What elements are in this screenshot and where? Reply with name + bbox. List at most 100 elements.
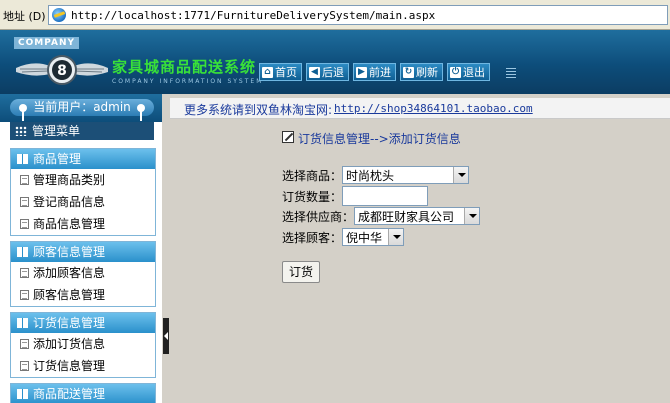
page-icon [20, 361, 29, 371]
home-label: 首页 [275, 66, 297, 79]
order-submit-button[interactable]: 订货 [282, 261, 320, 283]
group-title: 商品管理 [33, 152, 82, 166]
sidebar-item-label: 添加订货信息 [33, 337, 106, 351]
back-arrow-icon: ◀ [309, 66, 320, 78]
sidebar-item-customer-info[interactable]: 顾客信息管理 [11, 284, 155, 306]
back-button[interactable]: ◀ 后退 [306, 63, 349, 81]
address-label: 地址 (D) [3, 10, 46, 23]
bentley-logo-icon: 8 [16, 55, 108, 85]
group-head-products[interactable]: 商品管理 [11, 149, 155, 169]
sidebar-item-label: 商品信息管理 [33, 217, 106, 231]
forward-arrow-icon: ▶ [356, 66, 367, 78]
notice-bar: 更多系统请到双鱼林淘宝网: http://shop34864101.taobao… [170, 98, 670, 119]
customer-row: 选择顾客： 倪中华 [282, 228, 405, 246]
sidebar-item-add-order[interactable]: 添加订货信息 [11, 333, 155, 355]
book-icon [17, 154, 28, 164]
collapse-sidebar-handle[interactable] [163, 318, 169, 354]
page-icon [20, 175, 29, 185]
logout-button[interactable]: ⏻ 退出 [447, 63, 490, 81]
sidebar-item-order-info[interactable]: 订货信息管理 [11, 355, 155, 377]
customer-select[interactable]: 倪中华 [342, 228, 405, 246]
forward-button[interactable]: ▶ 前进 [353, 63, 396, 81]
supplier-row: 选择供应商： 成都旺财家具公司 [282, 207, 481, 225]
top-nav: ⌂ 首页 ◀ 后退 ▶ 前进 ↻ 刷新 ⏻ 退出 [259, 63, 490, 81]
grid-icon [15, 126, 27, 136]
sidebar-item-label: 顾客信息管理 [33, 288, 106, 302]
breadcrumb: 订货信息管理-->添加订货信息 [282, 130, 461, 147]
pin-icon [19, 104, 27, 122]
sidebar-item-product-info[interactable]: 商品信息管理 [11, 213, 155, 235]
refresh-label: 刷新 [416, 66, 438, 79]
product-label: 选择商品： [282, 168, 343, 183]
sidebar-item-manage-categories[interactable]: 管理商品类别 [11, 169, 155, 191]
group-title: 订货信息管理 [33, 316, 106, 330]
system-subtitle: COMPANY INFORMATION SYSTEM [112, 78, 264, 85]
page-icon [20, 290, 29, 300]
page-icon [20, 197, 29, 207]
pin-icon [137, 104, 145, 122]
refresh-icon: ↻ [403, 66, 414, 78]
quantity-input[interactable] [342, 186, 429, 206]
quantity-row: 订货数量： [282, 186, 429, 206]
current-user: 当前用户：admin [10, 99, 154, 116]
supplier-label: 选择供应商： [282, 209, 355, 224]
sidebar-item-add-customer[interactable]: 添加顾客信息 [11, 262, 155, 284]
edit-icon [282, 131, 294, 143]
user-bar: 当前用户：admin [0, 94, 162, 122]
group-customers: 顾客信息管理 添加顾客信息 顾客信息管理 [10, 241, 156, 307]
company-tag: COMPANY [14, 37, 79, 49]
page-icon [20, 268, 29, 278]
book-icon [17, 247, 28, 257]
sidebar-item-label: 添加顾客信息 [33, 266, 106, 280]
group-title: 商品配送管理 [33, 387, 106, 401]
menu-title-text: 管理菜单 [32, 124, 81, 138]
breadcrumb-text: 订货信息管理-->添加订货信息 [298, 132, 461, 146]
page-icon [20, 219, 29, 229]
product-select[interactable]: 时尚枕头 [342, 166, 470, 184]
sidebar-item-register-product[interactable]: 登记商品信息 [11, 191, 155, 213]
sidebar-item-label: 订货信息管理 [33, 359, 106, 373]
supplier-select[interactable]: 成都旺财家具公司 [354, 207, 481, 225]
power-icon: ⏻ [450, 66, 461, 78]
customer-value: 倪中华 [346, 230, 383, 245]
sidebar-splitter [162, 94, 170, 403]
address-bar: 地址 (D) http://localhost:1771/FurnitureDe… [0, 0, 670, 30]
menu-title: 管理菜单 [10, 122, 154, 140]
product-row: 选择商品： 时尚枕头 [282, 166, 470, 184]
sidebar-item-label: 管理商品类别 [33, 173, 106, 187]
app-header: COMPANY 8 家具城商品配送系统 COMPANY INFORMATION … [0, 30, 670, 94]
page-icon [20, 339, 29, 349]
group-delivery: 商品配送管理 [10, 383, 156, 403]
url-input[interactable]: http://localhost:1771/FurnitureDeliveryS… [48, 5, 668, 25]
group-title: 顾客信息管理 [33, 245, 106, 259]
home-button[interactable]: ⌂ 首页 [259, 63, 302, 81]
logout-label: 退出 [463, 66, 485, 79]
supplier-value: 成都旺财家具公司 [358, 209, 455, 224]
grip-icon [506, 68, 516, 78]
forward-label: 前进 [369, 66, 391, 79]
chevron-down-icon [453, 167, 469, 183]
group-orders: 订货信息管理 添加订货信息 订货信息管理 [10, 312, 156, 378]
group-head-customers[interactable]: 顾客信息管理 [11, 242, 155, 262]
book-icon [17, 318, 28, 328]
home-icon: ⌂ [262, 66, 273, 78]
refresh-button[interactable]: ↻ 刷新 [400, 63, 443, 81]
svg-text:8: 8 [57, 63, 67, 79]
notice-text: 更多系统请到双鱼林淘宝网: [184, 103, 333, 117]
group-head-orders[interactable]: 订货信息管理 [11, 313, 155, 333]
group-products: 商品管理 管理商品类别 登记商品信息 商品信息管理 [10, 148, 156, 236]
sidebar: 当前用户：admin 管理菜单 商品管理 管理商品类别 登记商品信息 商品信息管… [0, 94, 162, 403]
group-head-delivery[interactable]: 商品配送管理 [11, 384, 155, 403]
back-label: 后退 [322, 66, 344, 79]
quantity-label: 订货数量： [282, 189, 343, 204]
customer-label: 选择顾客： [282, 230, 343, 245]
sidebar-item-label: 登记商品信息 [33, 195, 106, 209]
shop-link[interactable]: http://shop34864101.taobao.com [334, 102, 533, 115]
book-icon [17, 389, 28, 399]
ie-page-icon [52, 8, 66, 22]
system-title: 家具城商品配送系统 [112, 58, 257, 76]
product-value: 时尚枕头 [346, 168, 395, 183]
chevron-down-icon [388, 229, 404, 245]
url-text: http://localhost:1771/FurnitureDeliveryS… [71, 9, 436, 22]
chevron-down-icon [464, 208, 480, 224]
